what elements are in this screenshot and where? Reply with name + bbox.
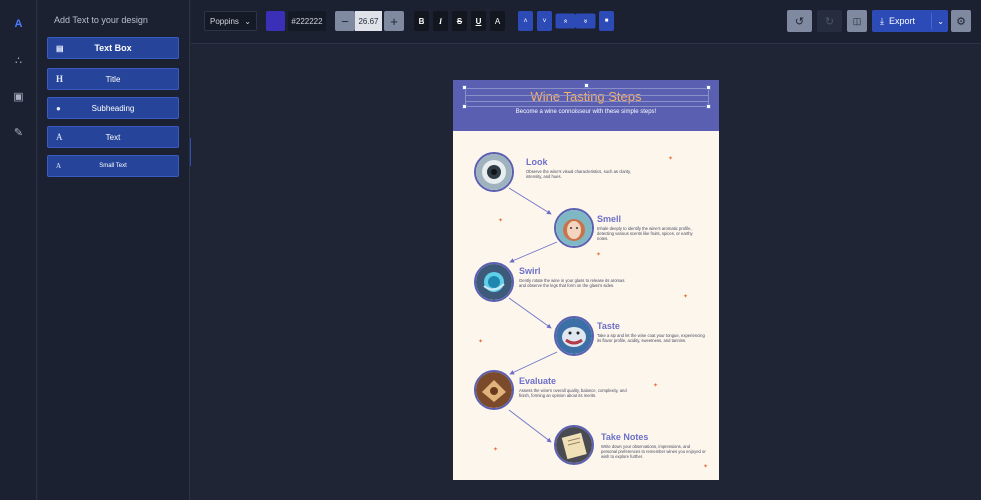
step-desc-look[interactable]: Observe the wine's visual characteristic… [526, 169, 638, 179]
step-title-smell[interactable]: Smell [597, 214, 621, 224]
smell-illustration[interactable] [554, 208, 594, 248]
export-divider [931, 13, 932, 29]
font-size-decrease-button[interactable]: − [335, 11, 355, 31]
chevron-down-icon: ⌄ [244, 16, 251, 26]
text-label: Text [105, 132, 121, 142]
sparkle-decoration: ✦ [498, 218, 504, 224]
font-family-value: Poppins [210, 16, 239, 26]
strikethrough-button[interactable]: S [452, 11, 467, 31]
bold-button[interactable]: B [414, 11, 429, 31]
add-text-box-button[interactable]: ▤ Text Box [47, 37, 179, 59]
text-panel: Add Text to your design ▤ Text Box H Tit… [38, 0, 190, 500]
font-size-increase-button[interactable]: + [384, 11, 404, 31]
step-desc-swirl[interactable]: Gently rotate the wine in your glass to … [519, 278, 627, 288]
image-tool-icon[interactable]: ▣ [0, 81, 37, 111]
step-desc-take-notes[interactable]: Write down your observations, impression… [601, 444, 707, 459]
sparkle-decoration: ✦ [668, 156, 674, 162]
add-small-text-button[interactable]: A Small Text [47, 155, 179, 177]
taste-illustration[interactable] [554, 316, 594, 356]
subheading-label: Subheading [91, 103, 135, 113]
text-color-swatch[interactable] [266, 11, 285, 31]
text-box-icon: ▤ [56, 43, 64, 53]
sparkle-decoration: ✦ [653, 383, 659, 389]
take-notes-illustration[interactable] [554, 425, 594, 465]
sparkle-decoration: ✦ [683, 294, 689, 300]
delete-icon[interactable]: ■ [599, 11, 614, 31]
small-text-label: Small Text [99, 163, 127, 169]
look-illustration[interactable] [474, 152, 514, 192]
step-desc-taste[interactable]: Take a sip and let the wine coat your to… [597, 333, 705, 343]
sparkle-decoration: ✦ [596, 252, 602, 258]
redo-button[interactable]: ↻ [817, 10, 842, 32]
text-color-hex-input[interactable]: #222222 [288, 11, 326, 31]
undo-icon: ↺ [794, 15, 805, 28]
download-icon: ⤓ [880, 15, 884, 26]
text-tool-icon[interactable]: A [0, 9, 37, 39]
add-subheading-button[interactable]: ● Subheading [47, 97, 179, 119]
chevron-down-icon[interactable]: ⌄ [937, 17, 944, 26]
sparkle-decoration: ✦ [703, 464, 709, 470]
heading-icon: H [56, 74, 64, 84]
arrow-taste-to-evaluate [509, 351, 558, 375]
font-family-select[interactable]: Poppins ⌄ [204, 11, 257, 31]
underline-button[interactable]: U [471, 11, 486, 31]
settings-button[interactable]: ⚙ [951, 10, 971, 32]
text-box-label: Text Box [94, 43, 132, 53]
font-size-input[interactable]: 26.67 [355, 11, 382, 31]
step-title-take-notes[interactable]: Take Notes [601, 432, 648, 442]
evaluate-illustration[interactable] [474, 370, 514, 410]
move-down-icon[interactable]: ˅ [537, 11, 552, 31]
arrow-look-to-smell [508, 187, 552, 215]
speech-bubble-icon: ● [56, 103, 61, 113]
plus-icon: + [390, 13, 398, 29]
small-text-icon: A [56, 162, 62, 170]
step-desc-smell[interactable]: Inhale deeply to identify the wine's aro… [597, 226, 705, 241]
sparkle-decoration: ✦ [478, 339, 484, 345]
title-label: Title [105, 74, 121, 84]
save-button[interactable]: ◫ [847, 10, 867, 32]
step-title-look[interactable]: Look [526, 157, 548, 167]
add-title-button[interactable]: H Title [47, 68, 179, 90]
step-title-evaluate[interactable]: Evaluate [519, 376, 556, 386]
step-desc-evaluate[interactable]: Assess the wine's overall quality, balan… [519, 388, 627, 398]
design-editor: A ∴ ▣ ✎ Add Text to your design ▤ Text B… [0, 0, 981, 500]
step-title-swirl[interactable]: Swirl [519, 266, 541, 276]
arrow-evaluate-to-notes [508, 409, 552, 443]
add-text-button[interactable]: A Text [47, 126, 179, 148]
swirl-illustration[interactable] [474, 262, 514, 302]
undo-button[interactable]: ↺ [787, 10, 812, 32]
send-to-back-icon[interactable]: « [575, 13, 596, 29]
redo-icon: ↻ [824, 15, 835, 28]
arrow-smell-to-swirl [509, 241, 558, 263]
text-icon: A [56, 132, 63, 142]
step-title-taste[interactable]: Taste [597, 321, 620, 331]
tool-rail: A ∴ ▣ ✎ [0, 0, 37, 500]
panel-heading: Add Text to your design [54, 15, 148, 25]
bring-to-front-icon[interactable]: » [555, 13, 576, 29]
move-up-icon[interactable]: ˄ [518, 11, 533, 31]
gear-icon: ⚙ [956, 15, 966, 28]
text-toolbar: Poppins ⌄ #222222 − 26.67 + B I S U A ˄ … [191, 0, 981, 44]
export-label: Export [888, 16, 915, 26]
save-icon: ◫ [852, 15, 862, 26]
italic-button[interactable]: I [433, 11, 448, 31]
shapes-tool-icon[interactable]: ∴ [0, 45, 37, 75]
sparkle-decoration: ✦ [493, 447, 499, 453]
minus-icon: − [341, 13, 349, 29]
text-case-button[interactable]: A [490, 11, 505, 31]
export-button[interactable]: ⤓ Export ⌄ [872, 10, 948, 32]
artboard[interactable]: Wine Tasting Steps Become a wine connois… [453, 80, 719, 480]
arrow-swirl-to-taste [508, 297, 552, 329]
brush-tool-icon[interactable]: ✎ [0, 117, 37, 147]
